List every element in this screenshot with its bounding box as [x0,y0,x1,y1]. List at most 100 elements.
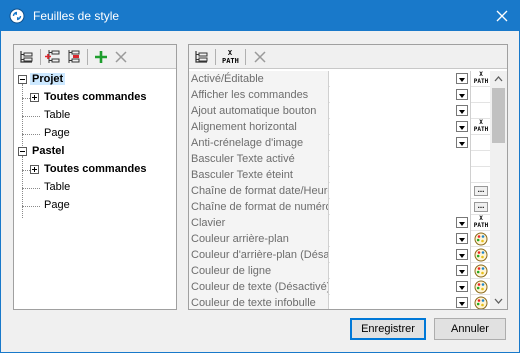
scroll-down-icon[interactable] [490,293,507,309]
property-name: Couleur arrière-plan [189,231,329,247]
expand-icon[interactable] [30,93,39,102]
dropdown-arrow-icon[interactable] [456,281,468,292]
property-row[interactable]: Chaîne de format de numéro ... [189,199,491,215]
properties-panel: X PATH Activé/Éditable X PATH Afficher les… [188,44,508,310]
property-value[interactable] [330,295,471,309]
tree-node-page[interactable]: Page [16,125,174,143]
color-palette-icon[interactable] [474,232,488,246]
color-palette-icon[interactable] [474,248,488,262]
remove-child-icon[interactable] [64,48,82,66]
property-row[interactable]: Couleur de ligne [189,263,491,279]
property-row[interactable]: Couleur de texte infobulle [189,295,491,310]
property-value[interactable] [330,119,471,135]
property-row[interactable]: Clavier X PATH [189,215,491,231]
property-value[interactable] [330,231,471,247]
dropdown-arrow-icon[interactable] [456,217,468,228]
tree-node-projet[interactable]: Projet [16,71,174,89]
property-row[interactable]: Basculer Texte éteint [189,167,491,183]
ellipsis-button[interactable]: ... [474,186,488,196]
collapse-icon[interactable] [18,147,27,156]
dropdown-arrow-icon[interactable] [456,73,468,84]
dropdown-arrow-icon[interactable] [456,105,468,116]
property-value[interactable] [330,103,471,119]
property-value[interactable] [330,199,471,215]
xpath-icon[interactable]: X PATH [471,71,491,87]
stylesheet-app-icon [9,8,25,24]
expand-icon[interactable] [30,165,39,174]
property-value[interactable] [330,151,471,167]
tree-connector [22,116,40,117]
property-value[interactable] [330,167,471,183]
dropdown-arrow-icon[interactable] [456,121,468,132]
property-row[interactable]: Basculer Texte activé [189,151,491,167]
property-extra [471,231,491,247]
property-value[interactable] [330,215,471,231]
property-row[interactable]: Couleur arrière-plan [189,231,491,247]
vertical-scrollbar[interactable] [490,71,507,309]
property-row[interactable]: Chaîne de format date/Heure ... [189,183,491,199]
property-value[interactable] [330,183,471,199]
tree-view-icon[interactable] [193,48,211,66]
tree-node-toutes-commandes[interactable]: Toutes commandes [16,89,174,107]
add-icon[interactable] [92,48,110,66]
dropdown-arrow-icon[interactable] [456,233,468,244]
tree-connector [22,170,30,171]
tree-node-toutes-commandes[interactable]: Toutes commandes [16,161,174,179]
property-row[interactable]: Afficher les commandes [189,87,491,103]
close-icon[interactable] [493,7,511,25]
property-value[interactable] [330,135,471,151]
color-palette-icon[interactable] [474,264,488,278]
xpath-icon[interactable]: X PATH [471,119,491,135]
delete-icon[interactable] [251,48,269,66]
property-value[interactable] [330,71,471,87]
property-value[interactable] [330,247,471,263]
ellipsis-button[interactable]: ... [474,202,488,212]
scrollbar-thumb[interactable] [492,88,505,143]
title-bar: Feuilles de style [1,1,519,31]
toolbar-separator [215,49,216,65]
color-palette-icon[interactable] [474,296,488,310]
dropdown-arrow-icon[interactable] [456,265,468,276]
xpath-icon[interactable]: X PATH [220,49,240,67]
property-row[interactable]: Activé/Éditable X PATH [189,71,491,87]
property-name: Basculer Texte éteint [189,167,329,183]
property-row[interactable]: Ajout automatique bouton [189,103,491,119]
xpath-icon[interactable]: X PATH [471,215,491,231]
property-row[interactable]: Couleur de texte (Désactivé) [189,279,491,295]
tree-view-icon[interactable] [18,48,36,66]
color-palette-icon[interactable] [474,280,488,294]
collapse-icon[interactable] [18,75,27,84]
property-value[interactable] [330,87,471,103]
window-title: Feuilles de style [33,9,120,23]
property-row[interactable]: Couleur d'arrière-plan (Désactivé) [189,247,491,263]
cancel-button[interactable]: Annuler [434,318,506,340]
property-name: Couleur de texte infobulle [189,295,329,309]
dropdown-arrow-icon[interactable] [456,137,468,148]
property-name: Couleur de texte (Désactivé) [189,279,329,295]
tree-connector [22,134,40,135]
property-row[interactable]: Anti-crénelage d'image [189,135,491,151]
property-row[interactable]: Alignement horizontal X PATH [189,119,491,135]
property-name: Ajout automatique bouton [189,103,329,119]
property-extra [471,167,491,183]
dropdown-arrow-icon[interactable] [456,297,468,308]
delete-icon[interactable] [112,48,130,66]
scroll-up-icon[interactable] [490,71,507,87]
toolbar-separator [87,49,88,65]
save-button[interactable]: Enregistrer [350,318,426,340]
tree-node-table[interactable]: Table [16,107,174,125]
property-value[interactable] [330,263,471,279]
dropdown-arrow-icon[interactable] [456,249,468,260]
tree-node-label: Toutes commandes [44,163,147,175]
tree-node-page[interactable]: Page [16,197,174,215]
add-child-icon[interactable] [44,48,62,66]
property-name: Chaîne de format date/Heure [189,183,329,199]
tree-node-label: Table [44,181,71,193]
tree-node-table[interactable]: Table [16,179,174,197]
stylesheet-tree-panel: Projet Toutes commandes Table Page Paste… [13,44,177,310]
property-extra [471,135,491,151]
dropdown-arrow-icon[interactable] [456,89,468,100]
property-value[interactable] [330,279,471,295]
tree-node-pastel[interactable]: Pastel [16,143,174,161]
tree-connector [22,188,40,189]
